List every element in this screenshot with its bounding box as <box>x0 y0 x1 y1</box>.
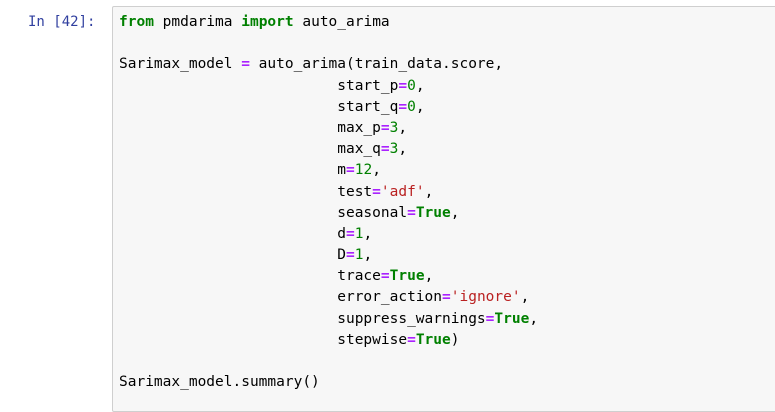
code-token: , <box>398 141 408 158</box>
code-token-op: = <box>442 289 451 306</box>
code-token-op: = <box>380 141 390 158</box>
code-token: Sarimax_model <box>119 56 242 73</box>
code-line: Sarimax_model = auto_arima(train_data.sc… <box>119 54 538 75</box>
code-token: start_p <box>119 77 399 94</box>
code-token: m <box>119 162 346 179</box>
code-token-op: = <box>241 56 250 73</box>
code-token: , <box>424 268 434 285</box>
code-line: m=12, <box>119 160 538 181</box>
code-token: , <box>372 162 381 179</box>
code-token: , <box>520 289 530 306</box>
code-token-kw: from <box>119 14 154 30</box>
notebook-code-cell: In [42]: from pmdarima import auto_arima… <box>0 0 775 412</box>
code-editor[interactable]: from pmdarima import auto_arima Sarimax_m… <box>112 6 775 412</box>
code-line: start_p=0, <box>119 76 538 97</box>
code-token: D <box>119 247 346 264</box>
code-token: pmdarima <box>153 14 242 30</box>
code-token-op: = <box>407 331 416 348</box>
code-token-op: = <box>345 247 355 264</box>
code-token: , <box>415 98 425 115</box>
code-token-op: = <box>407 204 416 221</box>
code-token-op: = <box>398 77 408 94</box>
code-token: ) <box>450 331 460 348</box>
code-line: max_p=3, <box>119 118 538 139</box>
code-token-str: 'ignore' <box>450 289 521 306</box>
code-token: max_q <box>119 141 381 158</box>
code-token-op: = <box>380 268 390 285</box>
code-token-kw: True <box>389 268 425 285</box>
code-token: stepwise <box>119 331 408 348</box>
code-line: trace=True, <box>119 266 538 287</box>
code-token: , <box>363 225 373 242</box>
code-token-op: = <box>380 119 390 136</box>
code-line: seasonal=True, <box>119 203 538 224</box>
code-token-num: 12 <box>354 162 373 179</box>
code-line: test='adf', <box>119 182 538 203</box>
code-token: auto_arima(train_data.score, <box>249 56 504 73</box>
code-line: d=1, <box>119 224 538 245</box>
code-token-num: 0 <box>407 98 416 115</box>
code-token: , <box>529 310 539 327</box>
code-token-num: 0 <box>407 77 416 94</box>
code-token-kw: True <box>415 331 451 348</box>
code-token: suppress_warnings <box>119 310 486 327</box>
code-line: max_q=3, <box>119 139 538 160</box>
code-token: , <box>450 204 460 221</box>
code-token-op: = <box>398 98 408 115</box>
code-token: seasonal <box>119 204 408 221</box>
code-token: , <box>415 77 425 94</box>
code-token: , <box>398 119 408 136</box>
code-token: auto_arima <box>293 14 390 30</box>
code-line: Sarimax_model.summary() <box>119 372 538 393</box>
code-token: error_action <box>119 289 443 306</box>
code-line: error_action='ignore', <box>119 287 538 308</box>
input-prompt: In [42]: <box>28 14 96 30</box>
code-token: Sarimax_model.summary() <box>119 374 320 391</box>
code-token-kw: True <box>494 310 530 327</box>
code-token: d <box>119 225 346 242</box>
code-token-str: 'adf' <box>380 183 425 200</box>
code-token: , <box>363 247 373 264</box>
code-line: suppress_warnings=True, <box>119 309 538 330</box>
code-token: , <box>424 183 434 200</box>
code-token-op: = <box>345 162 355 179</box>
code-line: from pmdarima import auto_arima <box>119 12 538 33</box>
code-token-op: = <box>372 183 381 200</box>
code-text[interactable]: from pmdarima import auto_arima Sarimax_m… <box>119 12 538 393</box>
code-token: max_p <box>119 119 381 136</box>
code-token: test <box>119 183 373 200</box>
code-line: D=1, <box>119 245 538 266</box>
code-token: trace <box>119 268 381 285</box>
code-token-kw: True <box>415 204 451 221</box>
code-line: stepwise=True) <box>119 330 538 351</box>
code-token-op: = <box>345 225 355 242</box>
code-line: start_q=0, <box>119 97 538 118</box>
code-token: start_q <box>119 98 399 115</box>
code-token-kw: import <box>241 14 294 30</box>
